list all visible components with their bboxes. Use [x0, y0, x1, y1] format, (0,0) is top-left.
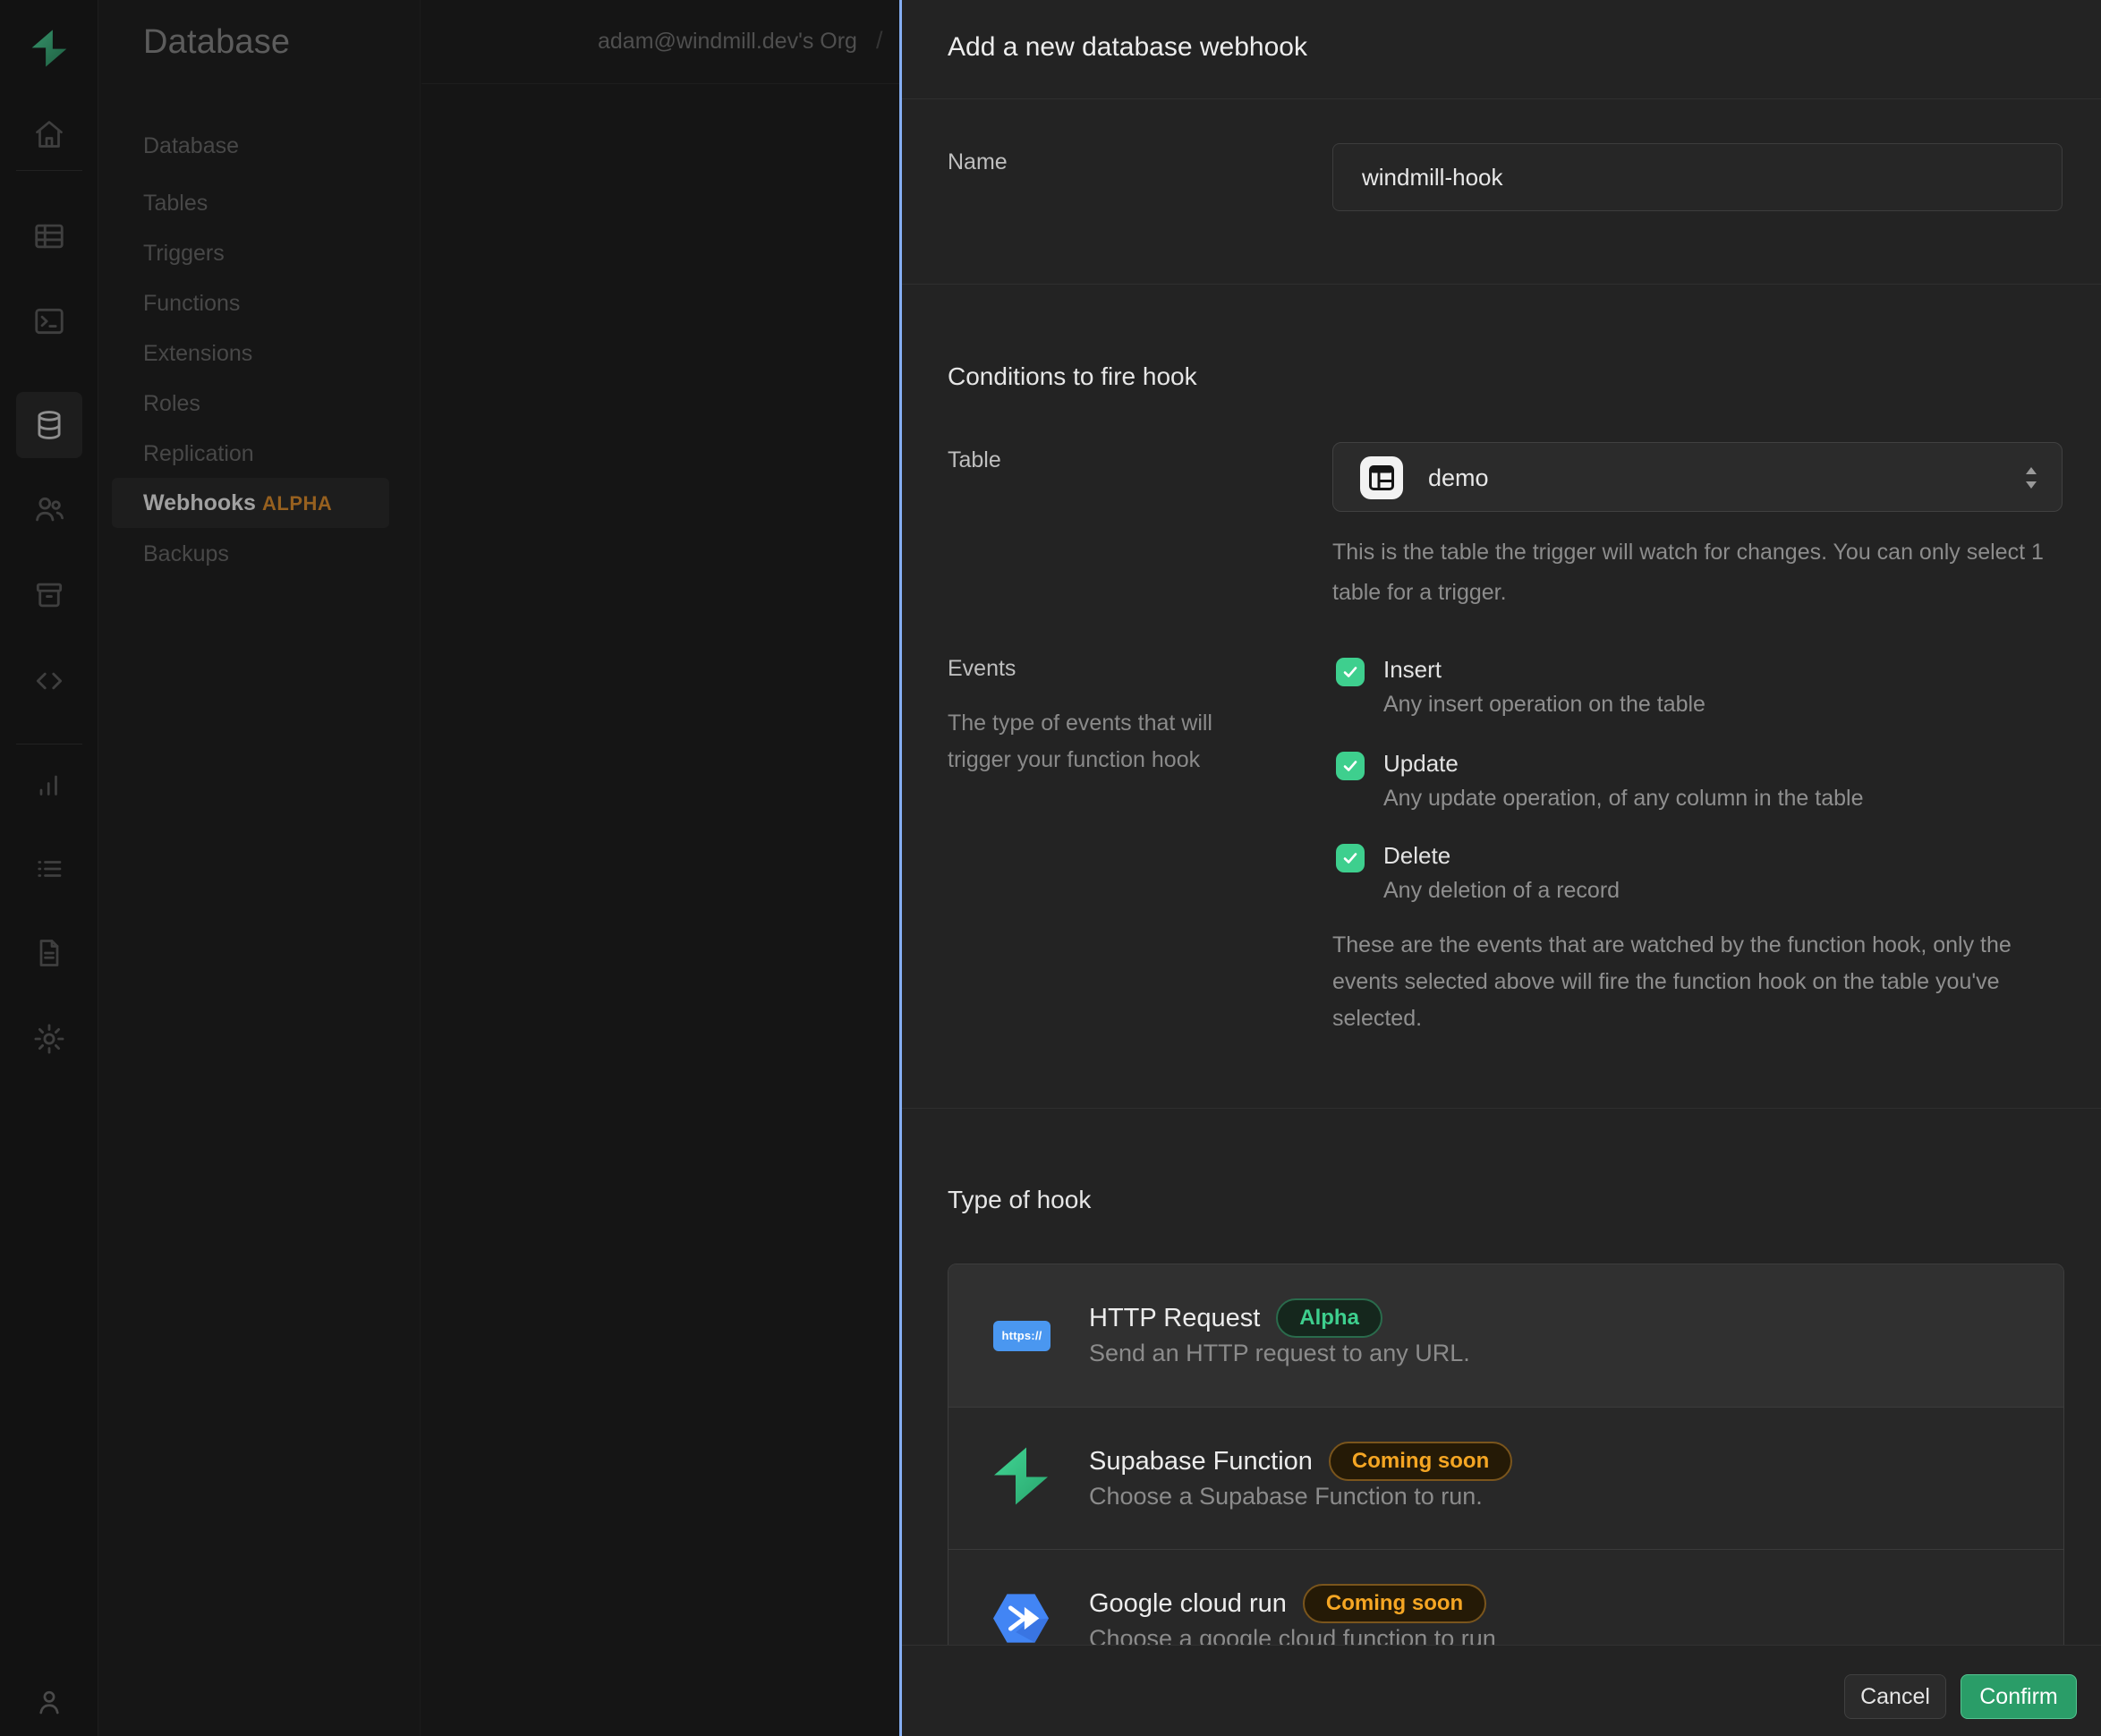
- storage-icon[interactable]: [31, 577, 67, 613]
- sidebar-item-tables[interactable]: Tables: [143, 187, 208, 219]
- divider: [902, 284, 2101, 285]
- supabase-function-icon: [993, 1447, 1049, 1510]
- hook-title-http: HTTP Request: [1089, 1304, 1260, 1333]
- https-icon: https://: [993, 1321, 1050, 1351]
- auth-users-icon[interactable]: [31, 491, 67, 527]
- webhook-drawer: Add a new database webhook Name windmill…: [899, 0, 2101, 1736]
- name-input[interactable]: windmill-hook: [1332, 143, 2063, 211]
- insert-title: Insert: [1383, 656, 1442, 684]
- table-label: Table: [948, 447, 1001, 473]
- cancel-button[interactable]: Cancel: [1844, 1674, 1946, 1719]
- supabase-logo-icon[interactable]: [31, 30, 67, 66]
- sidebar-item-extensions[interactable]: Extensions: [143, 337, 252, 370]
- hook-type-heading: Type of hook: [948, 1186, 1091, 1214]
- table-icon: [1360, 456, 1403, 499]
- sidebar-item-roles[interactable]: Roles: [143, 387, 200, 420]
- insert-checkbox[interactable]: [1336, 658, 1365, 686]
- icon-rail: [0, 0, 98, 1736]
- api-code-icon[interactable]: [31, 663, 67, 699]
- app-root: Database Database Tables Triggers Functi…: [0, 0, 2101, 1736]
- table-select[interactable]: demo: [1332, 442, 2063, 512]
- account-user-icon[interactable]: [31, 1684, 67, 1720]
- home-icon[interactable]: [31, 116, 67, 152]
- sidebar-item-database[interactable]: Database: [143, 130, 239, 162]
- events-description: The type of events that will trigger you…: [948, 705, 1279, 779]
- table-editor-icon[interactable]: [31, 218, 67, 254]
- sidebar-title: Database: [143, 23, 290, 62]
- coming-soon-badge: Coming soon: [1329, 1442, 1512, 1481]
- update-checkbox[interactable]: [1336, 752, 1365, 780]
- drawer-footer: Cancel Confirm: [902, 1645, 2101, 1736]
- hook-title-supabase: Supabase Function: [1089, 1447, 1313, 1476]
- confirm-button[interactable]: Confirm: [1961, 1674, 2077, 1719]
- table-select-value: demo: [1428, 443, 1489, 513]
- coming-soon-badge: Coming soon: [1303, 1584, 1486, 1623]
- google-cloud-run-icon: [993, 1594, 1049, 1648]
- drawer-title: Add a new database webhook: [948, 32, 1307, 63]
- sidebar-item-triggers[interactable]: Triggers: [143, 237, 225, 269]
- divider: [902, 1108, 2101, 1109]
- settings-gear-icon[interactable]: [31, 1021, 67, 1057]
- events-note: These are the events that are watched by…: [1332, 927, 2080, 1037]
- sidebar-item-backups[interactable]: Backups: [143, 538, 229, 570]
- hook-option-http-request[interactable]: https:// HTTP Request Alpha Send an HTTP…: [948, 1264, 2063, 1407]
- hook-desc-supabase: Choose a Supabase Function to run.: [1089, 1483, 1483, 1510]
- delete-description: Any deletion of a record: [1383, 878, 1620, 904]
- docs-icon[interactable]: [31, 935, 67, 971]
- rail-divider: [16, 744, 82, 745]
- hook-title-gcloud: Google cloud run: [1089, 1589, 1287, 1619]
- chevron-up-down-icon: [2024, 465, 2038, 495]
- sidebar-item-webhooks-label: Webhooks: [143, 478, 256, 528]
- name-label: Name: [948, 149, 1008, 175]
- database-sidebar: Database Database Tables Triggers Functi…: [98, 0, 421, 1736]
- alpha-badge: ALPHA: [262, 478, 332, 528]
- dimmed-main-area: adam@windmill.dev's Org /: [421, 0, 899, 1736]
- sidebar-item-webhooks[interactable]: Webhooks ALPHA: [112, 478, 389, 528]
- alpha-badge: Alpha: [1276, 1298, 1382, 1338]
- breadcrumb-org[interactable]: adam@windmill.dev's Org: [598, 29, 857, 55]
- delete-title: Delete: [1383, 842, 1450, 870]
- breadcrumb-separator: /: [876, 27, 883, 55]
- sql-editor-icon[interactable]: [31, 303, 67, 339]
- update-title: Update: [1383, 750, 1459, 778]
- insert-description: Any insert operation on the table: [1383, 692, 1705, 718]
- divider: [902, 98, 2101, 99]
- update-description: Any update operation, of any column in t…: [1383, 786, 1863, 812]
- conditions-heading: Conditions to fire hook: [948, 362, 1197, 391]
- rail-divider: [16, 170, 82, 171]
- reports-chart-icon[interactable]: [31, 767, 67, 803]
- database-icon[interactable]: [31, 407, 67, 443]
- top-bar: adam@windmill.dev's Org /: [421, 0, 899, 84]
- delete-checkbox[interactable]: [1336, 844, 1365, 872]
- logs-list-icon[interactable]: [31, 851, 67, 887]
- events-label: Events: [948, 656, 1016, 682]
- sidebar-item-functions[interactable]: Functions: [143, 287, 240, 319]
- hook-option-supabase-function[interactable]: Supabase Function Coming soon Choose a S…: [948, 1407, 2063, 1549]
- sidebar-item-replication[interactable]: Replication: [143, 438, 254, 470]
- hook-type-list: https:// HTTP Request Alpha Send an HTTP…: [948, 1264, 2064, 1690]
- table-help-text: This is the table the trigger will watch…: [1332, 532, 2073, 613]
- hook-desc-http: Send an HTTP request to any URL.: [1089, 1340, 1470, 1367]
